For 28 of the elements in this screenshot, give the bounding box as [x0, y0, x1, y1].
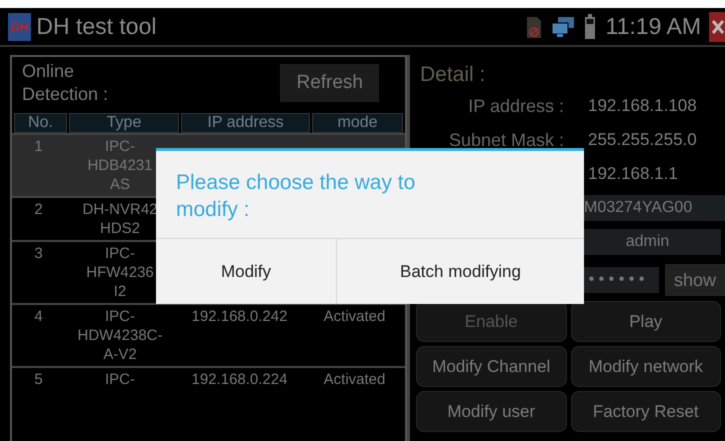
table-cell-text: 2: [34, 200, 43, 220]
table-cell: IPC- HDB4231 AS: [87, 137, 153, 194]
column-header: mode: [312, 113, 403, 133]
table-cell-text: 3: [34, 244, 43, 264]
table-cell-text: 4: [34, 307, 43, 327]
window-title: DH test tool: [36, 13, 156, 40]
clock: 11:19 AM: [606, 13, 701, 40]
table-cell-text: Activated: [324, 307, 386, 327]
field-value: 192.168.1.1: [588, 164, 679, 184]
field-label: Subnet Mask :: [448, 130, 565, 150]
field-value: 255.255.255.0: [588, 130, 698, 150]
table-cell: IPC-: [105, 370, 135, 389]
online-detection-label: Online Detection :: [22, 60, 110, 106]
table-cell: IPC- HDW4238C- A-V2: [77, 307, 163, 364]
table-cell: 5: [34, 370, 43, 389]
field-value: 192.168.1.108: [588, 96, 698, 116]
column-header: No.: [14, 113, 67, 133]
field-label: IP address :: [467, 96, 565, 116]
table-cell-text: 192.168.0.242: [192, 307, 288, 327]
table-cell: DH-NVR42 HDS2: [82, 200, 158, 238]
column-header: IP address: [181, 113, 310, 133]
detail-heading: Detail :: [420, 62, 486, 88]
table-cell: IPC- HFW4236 I2: [86, 244, 154, 301]
table-cell: 192.168.0.224: [192, 370, 288, 389]
column-header: Type: [69, 113, 179, 133]
table-cell-text: 1: [34, 137, 43, 157]
table-cell: Activated: [324, 370, 386, 389]
app-logo: DH: [8, 12, 32, 40]
